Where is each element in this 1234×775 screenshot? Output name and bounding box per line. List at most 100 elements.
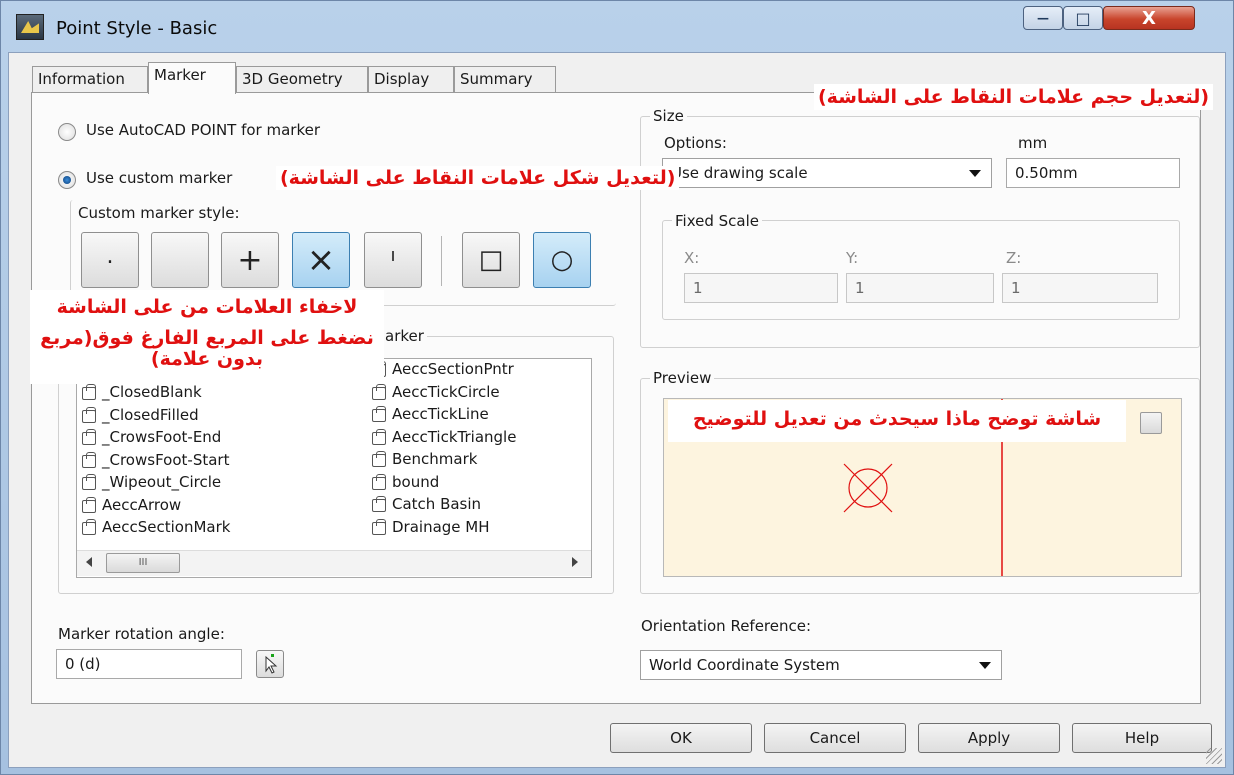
- cancel-button[interactable]: Cancel: [764, 723, 906, 753]
- scroll-left-arrow-icon[interactable]: [86, 557, 92, 567]
- list-item-label: _ClosedBlank: [102, 383, 202, 402]
- list-item-label: AeccSectionMark: [102, 518, 231, 537]
- window-title: Point Style - Basic: [56, 18, 218, 39]
- list-item-label: AeccTickLine: [392, 405, 489, 424]
- tab-marker[interactable]: Marker: [148, 62, 236, 94]
- list-item[interactable]: bound: [370, 471, 590, 494]
- block-marker-group-label: arker: [382, 327, 427, 345]
- marker-plus-button[interactable]: +: [221, 232, 279, 288]
- custom-marker-style-label: Custom marker style:: [78, 204, 240, 222]
- scroll-thumb[interactable]: III: [106, 553, 180, 573]
- block-icon: [370, 406, 390, 423]
- list-item[interactable]: AeccTickTriangle: [370, 426, 590, 449]
- marker-square-button[interactable]: □: [462, 232, 520, 288]
- use-autocad-point-label: Use AutoCAD POINT for marker: [86, 121, 321, 139]
- marker-none-button[interactable]: [151, 232, 209, 288]
- scale-y-label: Y:: [846, 249, 859, 267]
- marker-cross-button[interactable]: ×: [292, 232, 350, 288]
- tab-information[interactable]: Information: [32, 66, 148, 92]
- orientation-reference-value: World Coordinate System: [649, 656, 840, 674]
- scale-z-input[interactable]: 1: [1002, 273, 1158, 303]
- block-icon: [370, 473, 390, 490]
- plus-marker-icon: +: [237, 242, 263, 278]
- fixed-scale-label: Fixed Scale: [672, 212, 762, 230]
- apply-button[interactable]: Apply: [918, 723, 1060, 753]
- shape-annotation: (لتعديل شكل علامات النقاط على الشاشة): [276, 166, 680, 190]
- pick-angle-button[interactable]: [256, 650, 284, 678]
- block-icon: [80, 451, 100, 468]
- block-icon: [80, 406, 100, 423]
- scale-z-label: Z:: [1006, 249, 1022, 267]
- list-item[interactable]: Benchmark: [370, 448, 590, 471]
- list-item[interactable]: AeccSectionPntr: [370, 358, 590, 381]
- list-item[interactable]: _ClosedFilled: [80, 404, 350, 427]
- block-icon: [80, 384, 100, 401]
- fixed-scale-group: [662, 220, 1180, 320]
- block-icon: [370, 518, 390, 535]
- list-item[interactable]: _CrowsFoot-Start: [80, 449, 350, 472]
- close-icon: X: [1142, 7, 1156, 29]
- app-icon: [16, 14, 44, 40]
- cross-marker-icon: ×: [306, 240, 336, 280]
- marker-tick-button[interactable]: ı: [364, 232, 422, 288]
- scale-y-input[interactable]: 1: [846, 273, 994, 303]
- size-value-input[interactable]: 0.50mm: [1006, 158, 1180, 188]
- block-icon: [370, 428, 390, 445]
- block-list-column-2: AeccSectionPntr AeccTickCircle AeccTickL…: [370, 358, 590, 538]
- list-item-label: _ClosedFilled: [102, 405, 199, 424]
- maximize-icon: □: [1075, 8, 1091, 28]
- marker-circle-button[interactable]: ○: [533, 232, 591, 288]
- help-button[interactable]: Help: [1072, 723, 1212, 753]
- tab-3d-geometry[interactable]: 3D Geometry: [236, 66, 368, 92]
- size-units-label: mm: [1018, 134, 1048, 152]
- orientation-reference-label: Orientation Reference:: [641, 617, 812, 635]
- list-item[interactable]: Catch Basin: [370, 493, 590, 516]
- tab-summary[interactable]: Summary: [454, 66, 556, 92]
- tab-display[interactable]: Display: [368, 66, 454, 92]
- title-bar[interactable]: Point Style - Basic — □ X: [0, 0, 1234, 52]
- resize-grip-icon[interactable]: [1206, 748, 1222, 764]
- marker-rotation-label: Marker rotation angle:: [58, 625, 225, 643]
- block-icon: [370, 451, 390, 468]
- list-item-label: AeccSectionPntr: [392, 360, 514, 379]
- tick-marker-icon: ı: [390, 244, 396, 266]
- use-custom-marker-radio[interactable]: [58, 171, 76, 189]
- list-item[interactable]: AeccArrow: [80, 494, 350, 517]
- scale-x-label: X:: [684, 249, 700, 267]
- maximize-button[interactable]: □: [1063, 6, 1103, 30]
- list-item-label: Benchmark: [392, 450, 478, 469]
- preview-background-toggle[interactable]: [1140, 412, 1162, 434]
- orientation-reference-dropdown[interactable]: World Coordinate System: [640, 650, 1002, 680]
- scroll-right-arrow-icon[interactable]: [572, 557, 578, 567]
- list-item-label: bound: [392, 472, 440, 491]
- list-item[interactable]: _CrowsFoot-End: [80, 426, 350, 449]
- ok-button[interactable]: OK: [610, 723, 752, 753]
- block-icon: [370, 496, 390, 513]
- list-item[interactable]: AeccTickCircle: [370, 381, 590, 404]
- marker-rotation-input[interactable]: 0 (d): [56, 649, 242, 679]
- block-icon: [80, 474, 100, 491]
- list-item-label: AeccTickTriangle: [392, 427, 517, 446]
- list-item[interactable]: AeccTickLine: [370, 403, 590, 426]
- marker-dot-button[interactable]: .: [81, 232, 139, 288]
- preview-annotation: شاشة توضح ماذا سيحدث من تعديل للتوضيح: [668, 400, 1126, 442]
- circle-marker-icon: ○: [550, 245, 574, 275]
- close-button[interactable]: X: [1103, 6, 1195, 30]
- minimize-icon: —: [1037, 11, 1049, 25]
- scale-x-input[interactable]: 1: [684, 273, 838, 303]
- list-item-label: AeccTickCircle: [392, 382, 500, 401]
- list-item-label: _CrowsFoot-Start: [102, 450, 230, 469]
- list-item-label: _CrowsFoot-End: [102, 428, 222, 447]
- use-autocad-point-radio[interactable]: [58, 123, 76, 141]
- hide-annotation-line-1: لاخفاء العلامات من على الشاشة: [56, 296, 358, 318]
- list-item[interactable]: _Wipeout_Circle: [80, 471, 350, 494]
- marker-buttons-divider: [441, 236, 442, 286]
- size-options-dropdown[interactable]: Use drawing scale: [662, 158, 992, 188]
- list-item[interactable]: _ClosedBlank: [80, 381, 350, 404]
- block-icon: [80, 429, 100, 446]
- list-item[interactable]: AeccSectionMark: [80, 516, 350, 539]
- list-item[interactable]: Drainage MH: [370, 516, 590, 539]
- block-icon: [80, 496, 100, 513]
- minimize-button[interactable]: —: [1023, 6, 1063, 30]
- size-options-label: Options:: [664, 134, 727, 152]
